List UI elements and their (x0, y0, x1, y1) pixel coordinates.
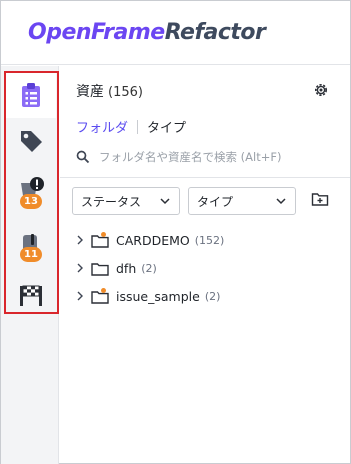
folder-icon (91, 288, 109, 304)
rail-highlight-box (4, 71, 59, 314)
brand-logo: OpenFrameRefactor (28, 20, 266, 45)
tree-item-count: (152) (194, 233, 225, 247)
chevron-down-icon (160, 198, 170, 205)
modified-dot (101, 288, 106, 293)
status-filter-label: ステータス (81, 194, 142, 209)
tree-item-issue-sample[interactable]: issue_sample (2) (76, 286, 336, 306)
tree-item-count: (2) (141, 261, 157, 275)
panel-divider (60, 177, 350, 178)
tree-item-name: CARDDEMO (116, 232, 190, 248)
tab-type[interactable]: タイプ (147, 117, 186, 136)
search-box (76, 146, 338, 168)
brand-name-part1: OpenFrame (28, 20, 165, 45)
type-filter-select[interactable]: タイプ (188, 187, 296, 215)
chevron-right-icon[interactable] (76, 291, 88, 301)
app-header: OpenFrameRefactor (1, 1, 350, 65)
folder-icon (91, 261, 109, 276)
assets-panel: 資産 (156) フォルダ タイプ ステータス (60, 66, 350, 464)
settings-button[interactable] (313, 82, 329, 102)
chevron-right-icon[interactable] (76, 263, 88, 273)
tree-item-name: dfh (116, 260, 137, 276)
tab-folder[interactable]: フォルダ (76, 117, 128, 136)
modified-dot (101, 232, 106, 237)
panel-title: 資産 (156) (76, 81, 143, 101)
type-filter-label: タイプ (197, 194, 234, 209)
chevron-down-icon (276, 198, 286, 205)
folder-icon (91, 232, 109, 248)
search-input[interactable] (99, 150, 331, 164)
status-filter-select[interactable]: ステータス (72, 187, 180, 215)
tree-item-name: issue_sample (116, 288, 200, 304)
tab-separator (137, 119, 139, 134)
gear-icon (315, 84, 327, 96)
panel-title-count: (156) (108, 85, 143, 100)
tree-item-dfh[interactable]: dfh (2) (76, 258, 336, 278)
panel-title-text: 資産 (76, 84, 104, 100)
new-folder-button[interactable] (311, 191, 329, 211)
folder-plus-icon (311, 193, 329, 206)
brand-name-part2: Refactor (164, 20, 266, 45)
app-window: OpenFrameRefactor 13 11 資産 (156) フォルダ タイ… (0, 0, 351, 464)
tree-item-count: (2) (204, 289, 221, 303)
search-icon (76, 150, 90, 164)
chevron-right-icon[interactable] (76, 235, 88, 245)
tree-item-carddemo[interactable]: CARDDEMO (152) (76, 230, 336, 250)
view-tabs: フォルダ タイプ (76, 117, 186, 136)
